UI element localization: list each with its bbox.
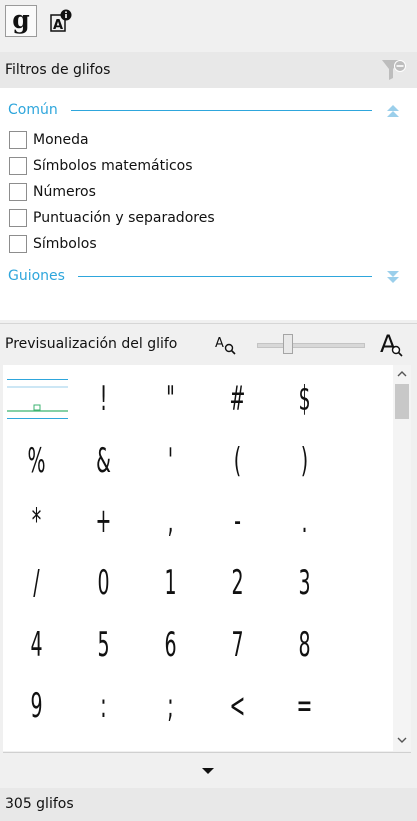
- glyph-count: 305 glifos: [5, 796, 74, 812]
- glyph-cell[interactable]: ,: [150, 491, 192, 551]
- glyph-cell[interactable]: &: [83, 431, 125, 491]
- glyph-cell[interactable]: -: [217, 491, 259, 551]
- glyph-cell[interactable]: ): [284, 431, 326, 491]
- glyph-preview-title: Previsualización del glifo: [5, 336, 178, 352]
- zoom-slider-track[interactable]: [257, 343, 365, 348]
- filter-item-label: Moneda: [33, 132, 89, 148]
- scrollbar-thumb[interactable]: [395, 384, 409, 419]
- glyph-cell[interactable]: <: [217, 676, 259, 736]
- glyph-cell[interactable]: ': [150, 431, 192, 491]
- glyph-preview-header: Previsualización del glifo A A: [0, 323, 417, 363]
- expand-preview-bar[interactable]: [0, 753, 417, 787]
- svg-text:A: A: [53, 18, 63, 33]
- glyph-cell[interactable]: =: [284, 676, 326, 736]
- glyph-cell[interactable]: 4: [16, 615, 58, 675]
- status-bar: 305 glifos: [0, 788, 417, 821]
- zoom-in-icon[interactable]: A: [380, 330, 408, 358]
- glyph-cell[interactable]: 2: [217, 553, 259, 613]
- filter-item-puntuacion[interactable]: Puntuación y separadores: [9, 208, 215, 228]
- glyph-cell[interactable]: .: [284, 491, 326, 551]
- glyph-filter-panel: Común Moneda Símbolos matemáticos Número…: [0, 88, 417, 320]
- glyph-cell[interactable]: $: [284, 369, 326, 429]
- caret-down-icon[interactable]: [201, 767, 215, 775]
- glyph-cell[interactable]: 3: [284, 553, 326, 613]
- glyph-grid[interactable]: ! " # $ % & ' ( ) * + , - . / 0 1 2 3 4 …: [3, 365, 393, 751]
- group-divider: [71, 110, 372, 111]
- filter-item-label: Puntuación y separadores: [33, 210, 215, 226]
- glyph-cell[interactable]: 0: [83, 553, 125, 613]
- filter-item-label: Números: [33, 184, 96, 200]
- glyph-cell[interactable]: :: [83, 676, 125, 736]
- expand-chevron-icon[interactable]: [386, 270, 400, 284]
- filter-item-numeros[interactable]: Números: [9, 182, 96, 202]
- glyph-cell[interactable]: +: [83, 491, 125, 551]
- zoom-out-icon[interactable]: A: [214, 334, 240, 356]
- glyph-cell[interactable]: #: [217, 369, 259, 429]
- glyph-filters-title: Filtros de glifos: [5, 62, 111, 78]
- font-info-icon: A: [50, 9, 72, 33]
- checkbox[interactable]: [9, 131, 27, 149]
- glyph-grid-scrollbar[interactable]: [393, 365, 411, 751]
- glyph-cell-selected[interactable]: [3, 369, 70, 429]
- filter-item-label: Símbolos matemáticos: [33, 158, 193, 174]
- filter-item-moneda[interactable]: Moneda: [9, 130, 89, 150]
- group-title-guiones[interactable]: Guiones: [8, 268, 65, 284]
- filter-item-label: Símbolos: [33, 236, 97, 252]
- filter-item-simbolos-matematicos[interactable]: Símbolos matemáticos: [9, 156, 193, 176]
- checkbox[interactable]: [9, 235, 27, 253]
- scroll-up-arrow-icon[interactable]: [397, 370, 407, 378]
- glyph-cell[interactable]: (: [217, 431, 259, 491]
- glyph-cell[interactable]: 8: [284, 615, 326, 675]
- zoom-slider-thumb[interactable]: [282, 334, 293, 354]
- selected-glyph-frame: [7, 379, 68, 419]
- group-title-comun[interactable]: Común: [8, 102, 58, 118]
- glyph-view-button[interactable]: g: [5, 5, 37, 37]
- glyph-cell[interactable]: 9: [16, 676, 58, 736]
- checkbox[interactable]: [9, 157, 27, 175]
- glyph-g-icon: g: [12, 4, 30, 34]
- collapse-chevron-icon[interactable]: [386, 104, 400, 118]
- font-info-button[interactable]: A: [44, 5, 76, 37]
- glyph-filters-header: Filtros de glifos: [0, 52, 417, 88]
- glyph-cell[interactable]: 7: [217, 615, 259, 675]
- filter-remove-icon[interactable]: [381, 58, 407, 82]
- glyph-cell[interactable]: *: [16, 491, 58, 551]
- glyph-cell[interactable]: ": [150, 369, 192, 429]
- scroll-down-arrow-icon[interactable]: [397, 736, 407, 744]
- glyph-cell[interactable]: ;: [150, 676, 192, 736]
- checkbox[interactable]: [9, 183, 27, 201]
- filter-item-simbolos[interactable]: Símbolos: [9, 234, 97, 254]
- top-toolbar: g A: [0, 0, 417, 46]
- svg-text:A: A: [215, 336, 224, 351]
- glyph-cell[interactable]: !: [83, 369, 125, 429]
- glyph-cell[interactable]: 6: [150, 615, 192, 675]
- glyph-cell[interactable]: /: [16, 553, 58, 613]
- glyph-cell[interactable]: %: [16, 431, 58, 491]
- checkbox[interactable]: [9, 209, 27, 227]
- group-divider: [78, 276, 372, 277]
- glyph-cell[interactable]: 1: [150, 553, 192, 613]
- glyph-cell[interactable]: 5: [83, 615, 125, 675]
